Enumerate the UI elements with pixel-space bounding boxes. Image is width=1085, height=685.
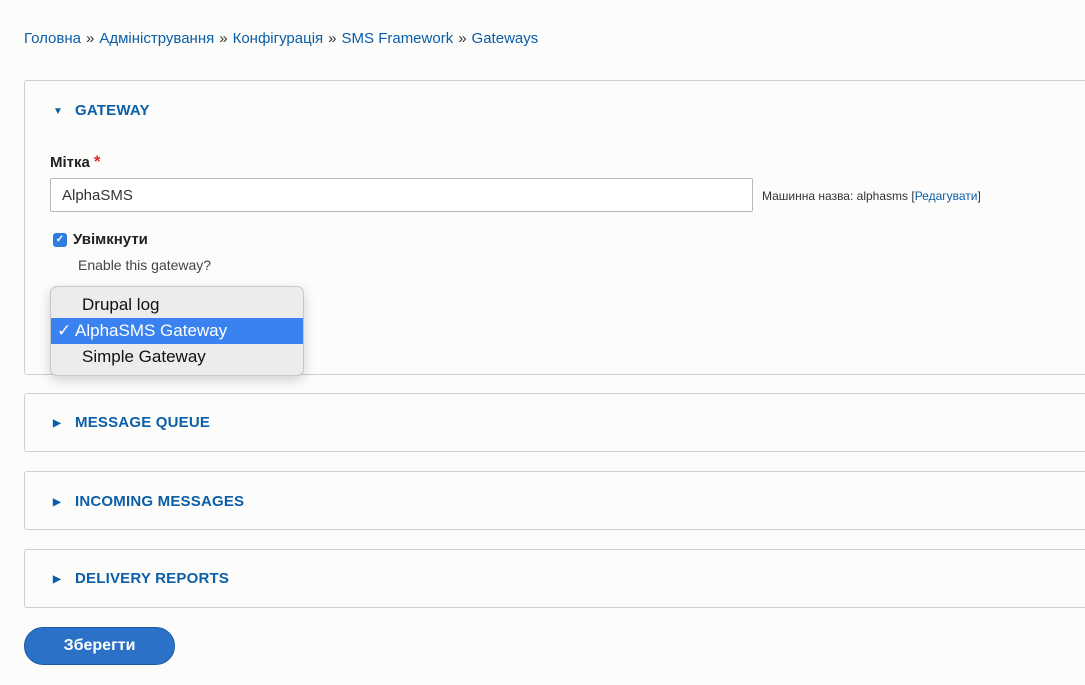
enable-checkbox[interactable]: ✓	[53, 233, 67, 247]
breadcrumb-sms-framework[interactable]: SMS Framework	[342, 30, 454, 47]
breadcrumb-config[interactable]: Конфігурація	[233, 30, 324, 47]
breadcrumb-separator: »	[86, 30, 95, 47]
message-queue-panel-header[interactable]: ▶ MESSAGE QUEUE	[53, 414, 210, 431]
option-label: Drupal log	[82, 295, 160, 314]
delivery-reports-panel-header[interactable]: ▶ DELIVERY REPORTS	[53, 570, 229, 587]
breadcrumb-separator: »	[328, 30, 337, 47]
option-alphasms-gateway[interactable]: ✓ AlphaSMS Gateway	[51, 318, 303, 344]
save-button[interactable]: Зберегти	[24, 627, 175, 665]
incoming-messages-title: INCOMING MESSAGES	[75, 493, 245, 510]
enable-description: Enable this gateway?	[78, 257, 212, 273]
collapsed-triangle-icon: ▶	[53, 497, 61, 508]
breadcrumb: Головна» Адміністрування» Конфігурація» SMS…	[24, 30, 538, 47]
breadcrumb-separator: »	[219, 30, 228, 47]
check-icon: ✓	[57, 321, 72, 340]
machine-name-text: Машинна назва: alphasms	[762, 189, 909, 203]
expanded-triangle-icon: ▼	[53, 106, 64, 117]
breadcrumb-admin[interactable]: Адміністрування	[99, 30, 214, 47]
label-input[interactable]	[50, 178, 753, 212]
breadcrumb-home[interactable]: Головна	[24, 30, 81, 47]
plugin-select-dropdown[interactable]: Drupal log ✓ AlphaSMS Gateway Simple Gate…	[50, 286, 304, 376]
label-text: Мітка	[50, 154, 90, 171]
machine-name: Машинна назва: alphasms [Редагувати]	[762, 189, 981, 203]
option-simple-gateway[interactable]: Simple Gateway	[51, 344, 303, 370]
collapsed-triangle-icon: ▶	[53, 574, 61, 585]
message-queue-panel: ▶ MESSAGE QUEUE	[24, 393, 1085, 452]
label-field-label: Мітка *	[50, 152, 100, 172]
gateway-panel-title: GATEWAY	[75, 102, 150, 119]
breadcrumb-separator: »	[458, 30, 467, 47]
message-queue-title: MESSAGE QUEUE	[75, 414, 211, 431]
incoming-messages-panel-header[interactable]: ▶ INCOMING MESSAGES	[53, 493, 244, 510]
option-label: AlphaSMS Gateway	[75, 321, 228, 340]
delivery-reports-panel: ▶ DELIVERY REPORTS	[24, 549, 1085, 608]
option-drupal-log[interactable]: Drupal log	[51, 292, 303, 318]
option-label: Simple Gateway	[82, 347, 206, 366]
delivery-reports-title: DELIVERY REPORTS	[75, 570, 230, 587]
gateway-panel-header[interactable]: ▼ GATEWAY	[53, 102, 150, 119]
collapsed-triangle-icon: ▶	[53, 418, 61, 429]
machine-name-edit-link[interactable]: Редагувати	[915, 189, 978, 203]
required-marker: *	[93, 152, 101, 171]
breadcrumb-gateways[interactable]: Gateways	[472, 30, 539, 47]
incoming-messages-panel: ▶ INCOMING MESSAGES	[24, 471, 1085, 530]
enable-checkbox-label[interactable]: Увімкнути	[73, 231, 148, 248]
